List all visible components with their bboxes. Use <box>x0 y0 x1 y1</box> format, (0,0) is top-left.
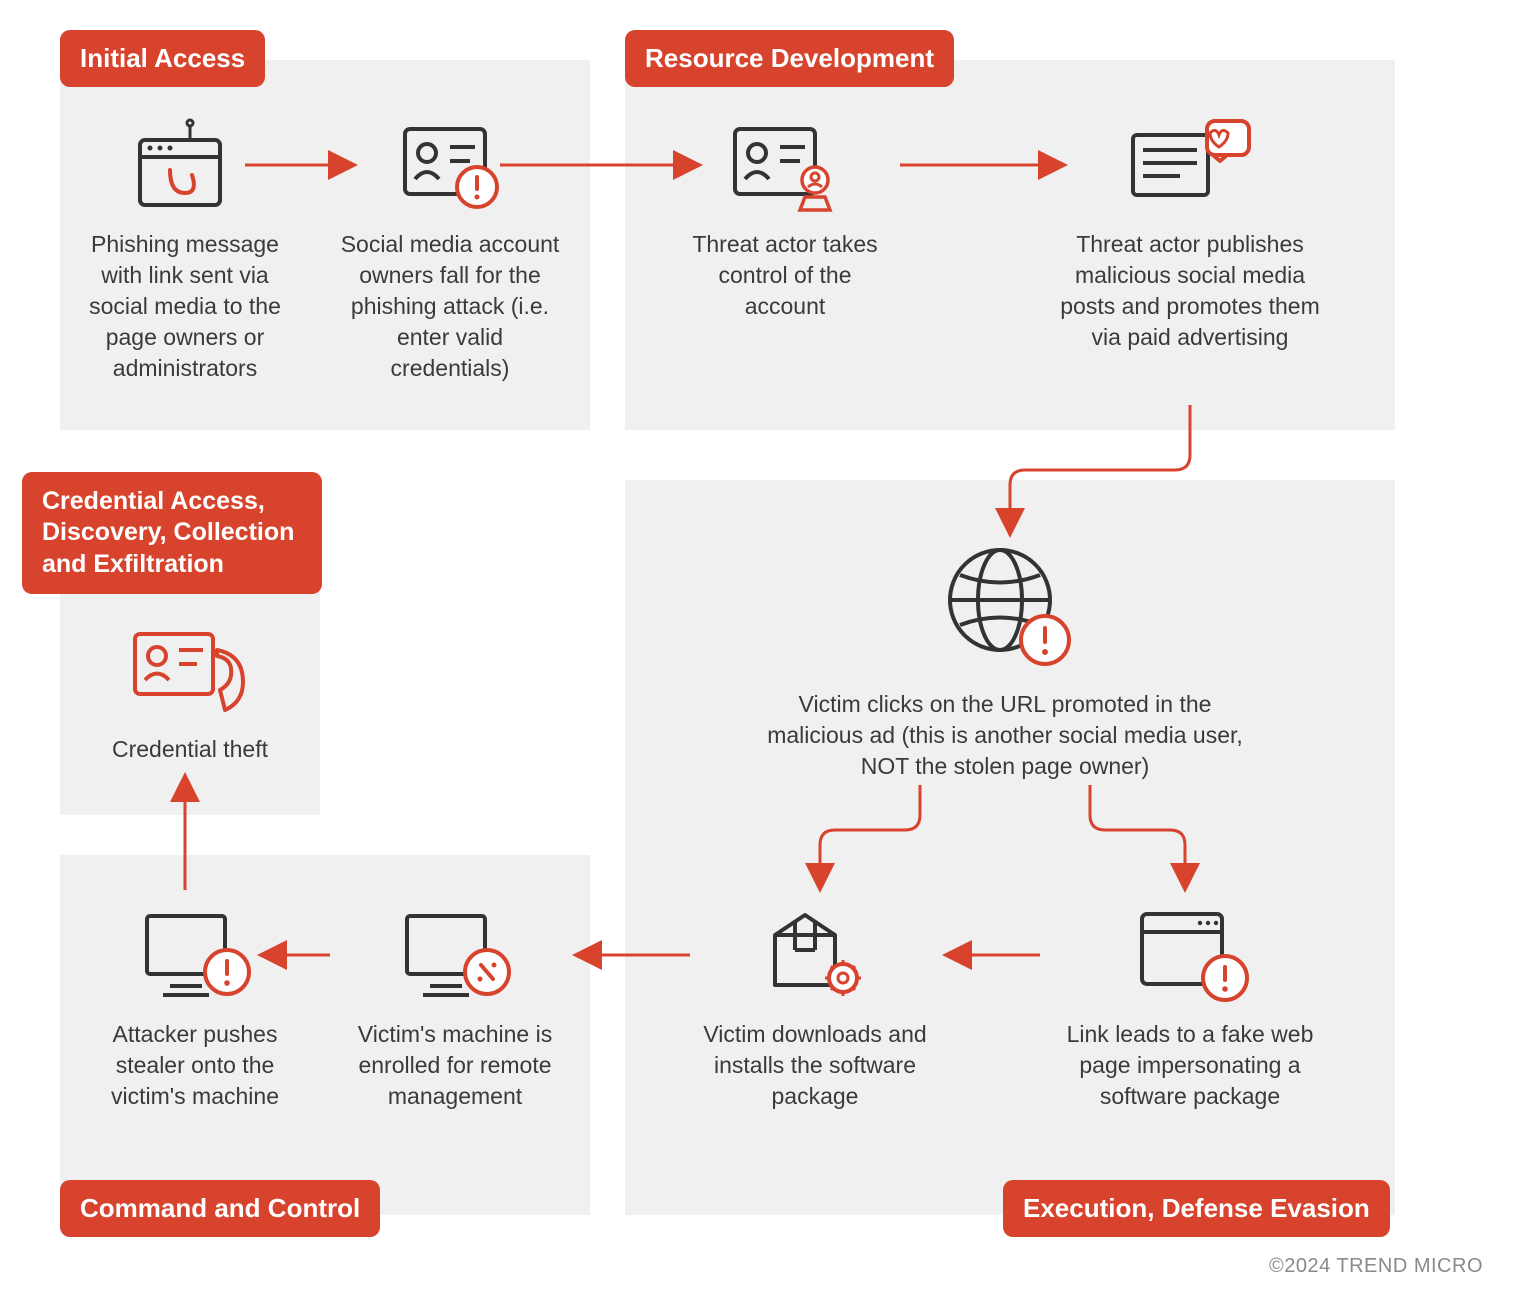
monitor-alert-icon <box>135 900 255 1005</box>
badge-credential: Credential Access, Discovery, Collection… <box>22 472 322 594</box>
monitor-remote-icon <box>395 900 515 1005</box>
node-credential-theft: Credential theft <box>85 620 295 765</box>
badge-initial-access: Initial Access <box>60 30 265 87</box>
node-remote-mgmt: Victim's machine is enrolled for remote … <box>335 900 575 1112</box>
node-publishes-posts-text: Threat actor publishes malicious social … <box>1050 229 1330 353</box>
package-gear-icon <box>755 900 875 1005</box>
node-phishing-message: Phishing message with link sent via soci… <box>70 115 300 384</box>
badge-resource-dev: Resource Development <box>625 30 954 87</box>
node-victim-clicks: Victim clicks on the URL promoted in the… <box>755 540 1255 782</box>
social-post-icon <box>1125 115 1255 215</box>
node-credential-theft-text: Credential theft <box>85 734 295 765</box>
node-downloads-package-text: Victim downloads and installs the softwa… <box>700 1019 930 1112</box>
node-takes-control: Threat actor takes control of the accoun… <box>680 115 890 322</box>
node-takes-control-text: Threat actor takes control of the accoun… <box>680 229 890 322</box>
copyright-text: ©2024 TREND MICRO <box>1269 1255 1483 1278</box>
node-downloads-package: Victim downloads and installs the softwa… <box>700 900 930 1112</box>
node-remote-mgmt-text: Victim's machine is enrolled for remote … <box>335 1019 575 1112</box>
node-fake-page: Link leads to a fake web page impersonat… <box>1050 900 1330 1112</box>
node-owners-fall-text: Social media account owners fall for the… <box>335 229 565 384</box>
badge-command-control: Command and Control <box>60 1180 380 1237</box>
node-pushes-stealer-text: Attacker pushes stealer onto the victim'… <box>85 1019 305 1112</box>
phishing-icon <box>130 115 240 215</box>
node-owners-fall: Social media account owners fall for the… <box>335 115 565 384</box>
node-fake-page-text: Link leads to a fake web page impersonat… <box>1050 1019 1330 1112</box>
node-phishing-message-text: Phishing message with link sent via soci… <box>70 229 300 384</box>
badge-execution: Execution, Defense Evasion <box>1003 1180 1390 1237</box>
node-victim-clicks-text: Victim clicks on the URL promoted in the… <box>755 689 1255 782</box>
profile-alert-icon <box>395 115 505 215</box>
node-pushes-stealer: Attacker pushes stealer onto the victim'… <box>85 900 305 1112</box>
browser-alert-icon <box>1130 900 1250 1005</box>
account-takeover-icon <box>725 115 845 215</box>
credential-theft-icon <box>125 620 255 720</box>
globe-alert-icon <box>935 540 1075 675</box>
node-publishes-posts: Threat actor publishes malicious social … <box>1050 115 1330 353</box>
